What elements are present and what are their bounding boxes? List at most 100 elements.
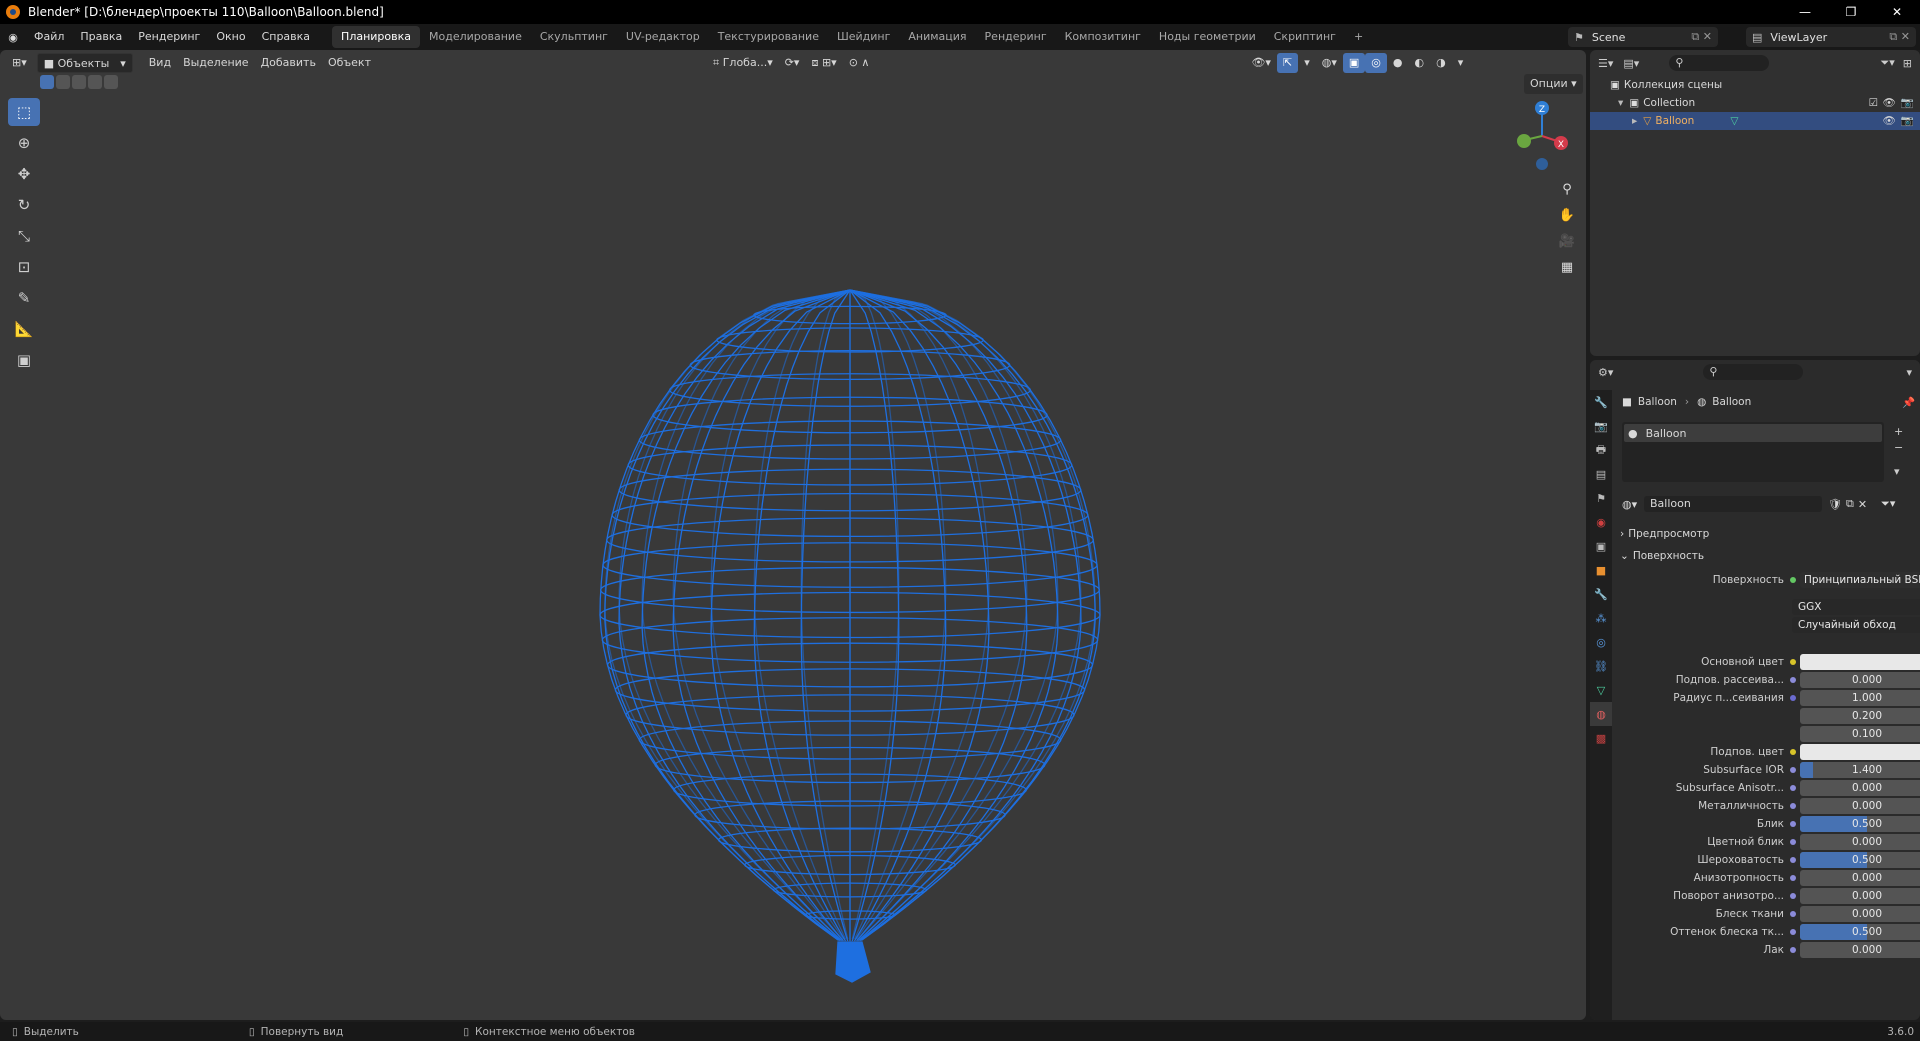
data-tab-icon[interactable]: ▽	[1590, 678, 1612, 702]
tab-uv-editing[interactable]: UV-редактор	[617, 26, 709, 48]
outliner-row-collection[interactable]: ▾ ▣ Collection ☑ 👁 📷	[1590, 94, 1920, 112]
render-tab-icon[interactable]: 📷	[1590, 414, 1612, 438]
camera-icon[interactable]: 📷	[1901, 112, 1914, 130]
scene-tab-icon[interactable]: ⚑	[1590, 486, 1612, 510]
tab-animation[interactable]: Анимация	[899, 26, 975, 48]
select-new-icon[interactable]	[40, 75, 54, 89]
transform-tool-icon[interactable]: ⊡	[8, 253, 40, 281]
input-socket-icon[interactable]	[1790, 695, 1796, 701]
new-collection-icon[interactable]: ⊞	[1903, 57, 1912, 70]
input-socket-icon[interactable]	[1790, 785, 1796, 791]
view-layer-tab-icon[interactable]: ▤	[1590, 462, 1612, 486]
pin-icon[interactable]: 📌	[1902, 396, 1915, 409]
shading-rendered-icon[interactable]: ◑	[1430, 53, 1452, 73]
scene-selector[interactable]: ⚑ Scene ⧉ ✕	[1568, 27, 1718, 47]
zoom-icon[interactable]: ⚲	[1556, 178, 1578, 200]
pivot-point-icon[interactable]: ⟳▾	[779, 53, 806, 73]
visibility-icon[interactable]: 👁▾	[1245, 53, 1277, 73]
shading-material-icon[interactable]: ◐	[1408, 53, 1430, 73]
expand-arrow-icon[interactable]: ▸	[1632, 112, 1637, 130]
gizmo-dropdown-icon[interactable]: ▾	[1298, 53, 1316, 73]
menu-object[interactable]: Объект	[322, 53, 377, 73]
value-slider[interactable]: 0.200	[1800, 708, 1920, 724]
tab-modeling[interactable]: Моделирование	[420, 26, 531, 48]
input-socket-icon[interactable]	[1790, 947, 1796, 953]
outliner-search-input[interactable]: ⚲	[1669, 55, 1770, 71]
material-tab-icon[interactable]: ◍	[1590, 702, 1612, 726]
distribution-dropdown[interactable]: GGX▾	[1792, 599, 1920, 615]
editor-type-icon[interactable]: ☰▾	[1598, 57, 1613, 70]
editor-type-icon[interactable]: ⊞▾	[6, 53, 33, 73]
tab-compositing[interactable]: Композитинг	[1056, 26, 1150, 48]
input-socket-icon[interactable]	[1790, 767, 1796, 773]
panel-preview[interactable]: › Предпросмотр	[1620, 528, 1709, 540]
outliner-row-balloon[interactable]: ▸ ▽ Balloon ▽ 👁 📷	[1590, 112, 1920, 130]
value-slider[interactable]: 1.400	[1800, 762, 1920, 778]
add-slot-button[interactable]: +	[1894, 424, 1903, 440]
tab-shading[interactable]: Шейдинг	[828, 26, 899, 48]
shading-solid-icon[interactable]: ●	[1387, 53, 1409, 73]
texture-tab-icon[interactable]: ▩	[1590, 726, 1612, 750]
editor-type-icon[interactable]: ⚙▾	[1598, 366, 1613, 379]
minimize-button[interactable]: —	[1782, 0, 1828, 24]
slot-specials-button[interactable]: ▾	[1894, 464, 1903, 480]
camera-icon[interactable]: 📷	[1901, 94, 1914, 112]
options-dropdown[interactable]: Опции ▾	[1524, 74, 1583, 94]
value-slider[interactable]: 0.000	[1800, 834, 1920, 850]
particles-tab-icon[interactable]: ⁂	[1590, 606, 1612, 630]
menu-add[interactable]: Добавить	[255, 53, 322, 73]
menu-file[interactable]: Файл	[26, 24, 72, 50]
input-socket-icon[interactable]	[1790, 911, 1796, 917]
snap-icon[interactable]: ⧈ ⊞▾	[805, 53, 842, 73]
modifiers-tab-icon[interactable]: 🔧	[1590, 582, 1612, 606]
rotate-tool-icon[interactable]: ↻	[8, 191, 40, 219]
select-box-tool-icon[interactable]: ⬚	[8, 98, 40, 126]
add-workspace-button[interactable]: +	[1345, 26, 1372, 48]
input-socket-icon[interactable]	[1790, 929, 1796, 935]
proportional-edit-icon[interactable]: ⊙ ∧	[843, 53, 876, 73]
blender-menu-icon[interactable]: ◉	[0, 31, 26, 44]
eye-icon[interactable]: 👁	[1883, 94, 1896, 112]
input-socket-icon[interactable]	[1790, 677, 1796, 683]
menu-render[interactable]: Рендеринг	[130, 24, 208, 50]
navigation-gizmo[interactable]: Z X	[1500, 96, 1580, 176]
new-view-layer-icon[interactable]: ⧉ ✕	[1889, 30, 1910, 44]
move-tool-icon[interactable]: ✥	[8, 160, 40, 188]
cursor-tool-icon[interactable]: ⊕	[8, 129, 40, 157]
value-slider[interactable]: 0.500	[1800, 852, 1920, 868]
menu-edit[interactable]: Правка	[72, 24, 130, 50]
panel-surface[interactable]: ⌄ Поверхность	[1620, 550, 1704, 562]
node-link-icon[interactable]: ⏷▾	[1881, 497, 1895, 511]
annotate-tool-icon[interactable]: ✎	[8, 284, 40, 312]
material-slot-list[interactable]: ● Balloon	[1622, 422, 1884, 482]
pan-hand-icon[interactable]: ✋	[1556, 204, 1578, 226]
object-tab-icon[interactable]: ■	[1590, 558, 1612, 582]
value-slider[interactable]: 0.100	[1800, 726, 1920, 742]
value-slider[interactable]: 0.000	[1800, 870, 1920, 886]
eye-icon[interactable]: 👁	[1883, 112, 1896, 130]
camera-view-icon[interactable]: 🎥	[1556, 230, 1578, 252]
expand-arrow-icon[interactable]: ▾	[1618, 94, 1623, 112]
checkbox-icon[interactable]: ☑	[1869, 94, 1878, 112]
value-slider[interactable]: 0.000	[1800, 942, 1920, 958]
select-subtract-icon[interactable]	[72, 75, 86, 89]
subsurface-method-dropdown[interactable]: Случайный обход▾	[1792, 617, 1920, 633]
mesh-data-icon[interactable]: ▽	[1730, 112, 1738, 130]
input-socket-icon[interactable]	[1790, 821, 1796, 827]
tab-texture-paint[interactable]: Текстурирование	[709, 26, 828, 48]
input-socket-icon[interactable]	[1790, 893, 1796, 899]
physics-tab-icon[interactable]: ◎	[1590, 630, 1612, 654]
world-tab-icon[interactable]: ◉	[1590, 510, 1612, 534]
constraints-tab-icon[interactable]: ⛓	[1590, 654, 1612, 678]
value-slider[interactable]: 1.000	[1800, 690, 1920, 706]
tab-sculpting[interactable]: Скульптинг	[531, 26, 617, 48]
overlays-icon[interactable]: ◍▾	[1316, 53, 1343, 73]
input-socket-icon[interactable]	[1790, 659, 1796, 665]
input-socket-icon[interactable]	[1790, 803, 1796, 809]
maximize-button[interactable]: ❐	[1828, 0, 1874, 24]
value-slider[interactable]: 0.000	[1800, 888, 1920, 904]
material-slot[interactable]: ● Balloon	[1624, 424, 1882, 442]
filter-icon[interactable]: ⏷▾	[1880, 56, 1894, 70]
fake-user-icon[interactable]: 🛡	[1828, 498, 1842, 511]
tab-scripting[interactable]: Скриптинг	[1265, 26, 1345, 48]
